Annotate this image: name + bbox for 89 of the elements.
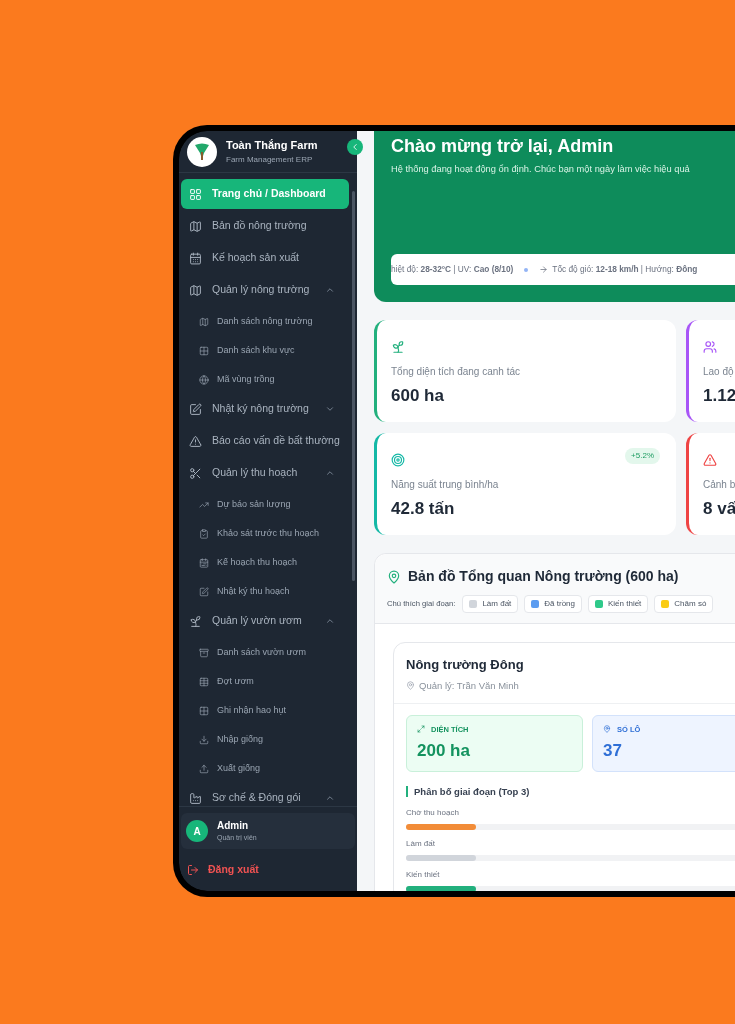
stat-icon <box>391 453 405 467</box>
stat-icon <box>391 340 405 354</box>
legend-chip: Đã trồng <box>524 595 582 613</box>
nav-subitem[interactable]: Khảo sát trước thu hoạch <box>181 519 349 548</box>
stat-value: 600 ha <box>391 385 445 407</box>
chevron-down-icon <box>325 404 335 414</box>
nav-item[interactable]: Báo cáo vấn đề bất thường <box>181 426 349 456</box>
stage-label: Kiến thiết <box>406 869 441 881</box>
expand-icon <box>417 725 425 734</box>
logout-icon <box>187 864 199 876</box>
legend-chip: Làm đất <box>462 595 519 613</box>
nav-subitem[interactable]: Dự báo sản lượng <box>181 490 349 519</box>
nav-item[interactable]: Sơ chế & Đóng gói <box>181 783 349 806</box>
stat-icon <box>703 453 717 467</box>
stat-label: Năng suất trung bình/ha <box>391 478 500 492</box>
user-name: Admin <box>217 819 250 834</box>
nav-subitem[interactable]: Đợt ươm <box>181 667 349 696</box>
nav-item[interactable]: Quản lý vườn ươm <box>181 606 349 636</box>
map-pin-icon <box>387 569 401 584</box>
stat-label: Lao độ <box>703 365 735 379</box>
nav-subitem[interactable]: Danh sách khu vực <box>181 336 349 365</box>
nav-subitem-icon <box>199 316 209 327</box>
trend-badge: +5.2% <box>625 448 660 464</box>
nav-subitem[interactable]: Nhập giống <box>181 725 349 754</box>
arrow-right-icon <box>539 265 549 274</box>
metric-value: 200 ha <box>417 740 471 762</box>
accent-bar <box>406 786 408 798</box>
nav-subitem[interactable]: Xuất giống <box>181 754 349 783</box>
nav-subitem[interactable]: Kế hoạch thu hoạch <box>181 548 349 577</box>
nav-icon <box>189 791 202 805</box>
stat-icon <box>703 340 717 354</box>
nav-subitem-icon <box>199 763 209 774</box>
temperature-text: hiệt độ: 28-32°C | UV: Cao (8/10) <box>391 263 514 276</box>
user-avatar: A <box>186 820 208 842</box>
nav-item[interactable]: Nhật ký nông trường <box>181 394 349 424</box>
nav-subitem-icon <box>199 557 209 568</box>
chevron-up-icon <box>325 793 335 803</box>
nav-icon <box>189 251 202 265</box>
chevron-up-icon <box>325 616 335 626</box>
metric-value: 37 <box>603 740 623 762</box>
nav-icon <box>189 614 202 628</box>
nav-subitem-icon <box>199 676 209 687</box>
farm-manager: Quản lý: Trần Văn Minh <box>419 678 519 693</box>
stage-label: Chờ thu hoạch <box>406 807 460 819</box>
nav-subitem-icon <box>199 345 209 356</box>
nav-icon <box>189 466 202 480</box>
chevron-up-icon <box>325 285 335 295</box>
nav-subitem-icon <box>199 647 209 658</box>
distribution-title: Phân bố giai đoạn (Top 3) <box>414 784 530 799</box>
nav-subitem-icon <box>199 705 209 716</box>
stat-value: 42.8 tấn <box>391 498 456 520</box>
map-pin-icon <box>603 725 611 734</box>
nav-subitem[interactable]: Ghi nhận hao hụt <box>181 696 349 725</box>
nav-icon <box>189 402 202 416</box>
nav-icon <box>189 187 202 201</box>
nav-subitem-icon <box>199 528 209 539</box>
brand-name: Toàn Thắng Farm <box>226 138 318 154</box>
logout-button[interactable]: Đăng xuất <box>181 859 265 881</box>
nav-subitem-icon <box>199 734 209 745</box>
nav-icon <box>189 434 202 448</box>
stat-label: Cảnh b <box>703 478 735 492</box>
stat-label: Tổng diện tích đang canh tác <box>391 365 521 379</box>
map-pin-icon <box>406 681 415 691</box>
legend-chip: Kiến thiết <box>588 595 649 613</box>
farm-name: Nông trường Đông <box>406 656 525 674</box>
nav-subitem[interactable]: Danh sách nông trường <box>181 307 349 336</box>
brand-subtitle: Farm Management ERP <box>226 153 314 166</box>
tree-logo-icon <box>194 142 210 161</box>
nav-subitem[interactable]: Nhật ký thu hoạch <box>181 577 349 606</box>
nav-item[interactable]: Quản lý thu hoạch <box>181 458 349 488</box>
nav-subitem[interactable]: Mã vùng trồng <box>181 365 349 394</box>
welcome-subtitle: Hệ thống đang hoạt động ổn định. Chúc bạn một ngày làm việc hiệu quả <box>391 163 691 176</box>
map-title: Bản đồ Tổng quan Nông trường (600 ha) <box>408 567 679 586</box>
nav-subitem-icon <box>199 586 209 597</box>
welcome-title: Chào mừng trở lại, Admin <box>391 135 615 158</box>
nav-subitem-icon <box>199 499 209 510</box>
nav-subitem-icon <box>199 374 209 385</box>
nav-item[interactable]: Bản đồ nông trường <box>181 211 349 241</box>
legend-chip: Chăm só <box>654 595 714 613</box>
chevron-up-icon <box>325 468 335 478</box>
nav-subitem[interactable]: Danh sách vườn ươm <box>181 638 349 667</box>
wind-text: Tốc độ gió: 12-18 km/h | Hướng: Đông <box>552 263 698 276</box>
nav-icon <box>189 219 202 233</box>
stat-value: 1.12 <box>703 385 735 407</box>
chevron-left-icon <box>350 142 360 152</box>
nav-item[interactable]: Quản lý nông trường <box>181 275 349 305</box>
stage-label: Làm đất <box>406 838 436 850</box>
nav-item[interactable]: Kế hoạch sản xuất <box>181 243 349 273</box>
nav-icon <box>189 283 202 297</box>
